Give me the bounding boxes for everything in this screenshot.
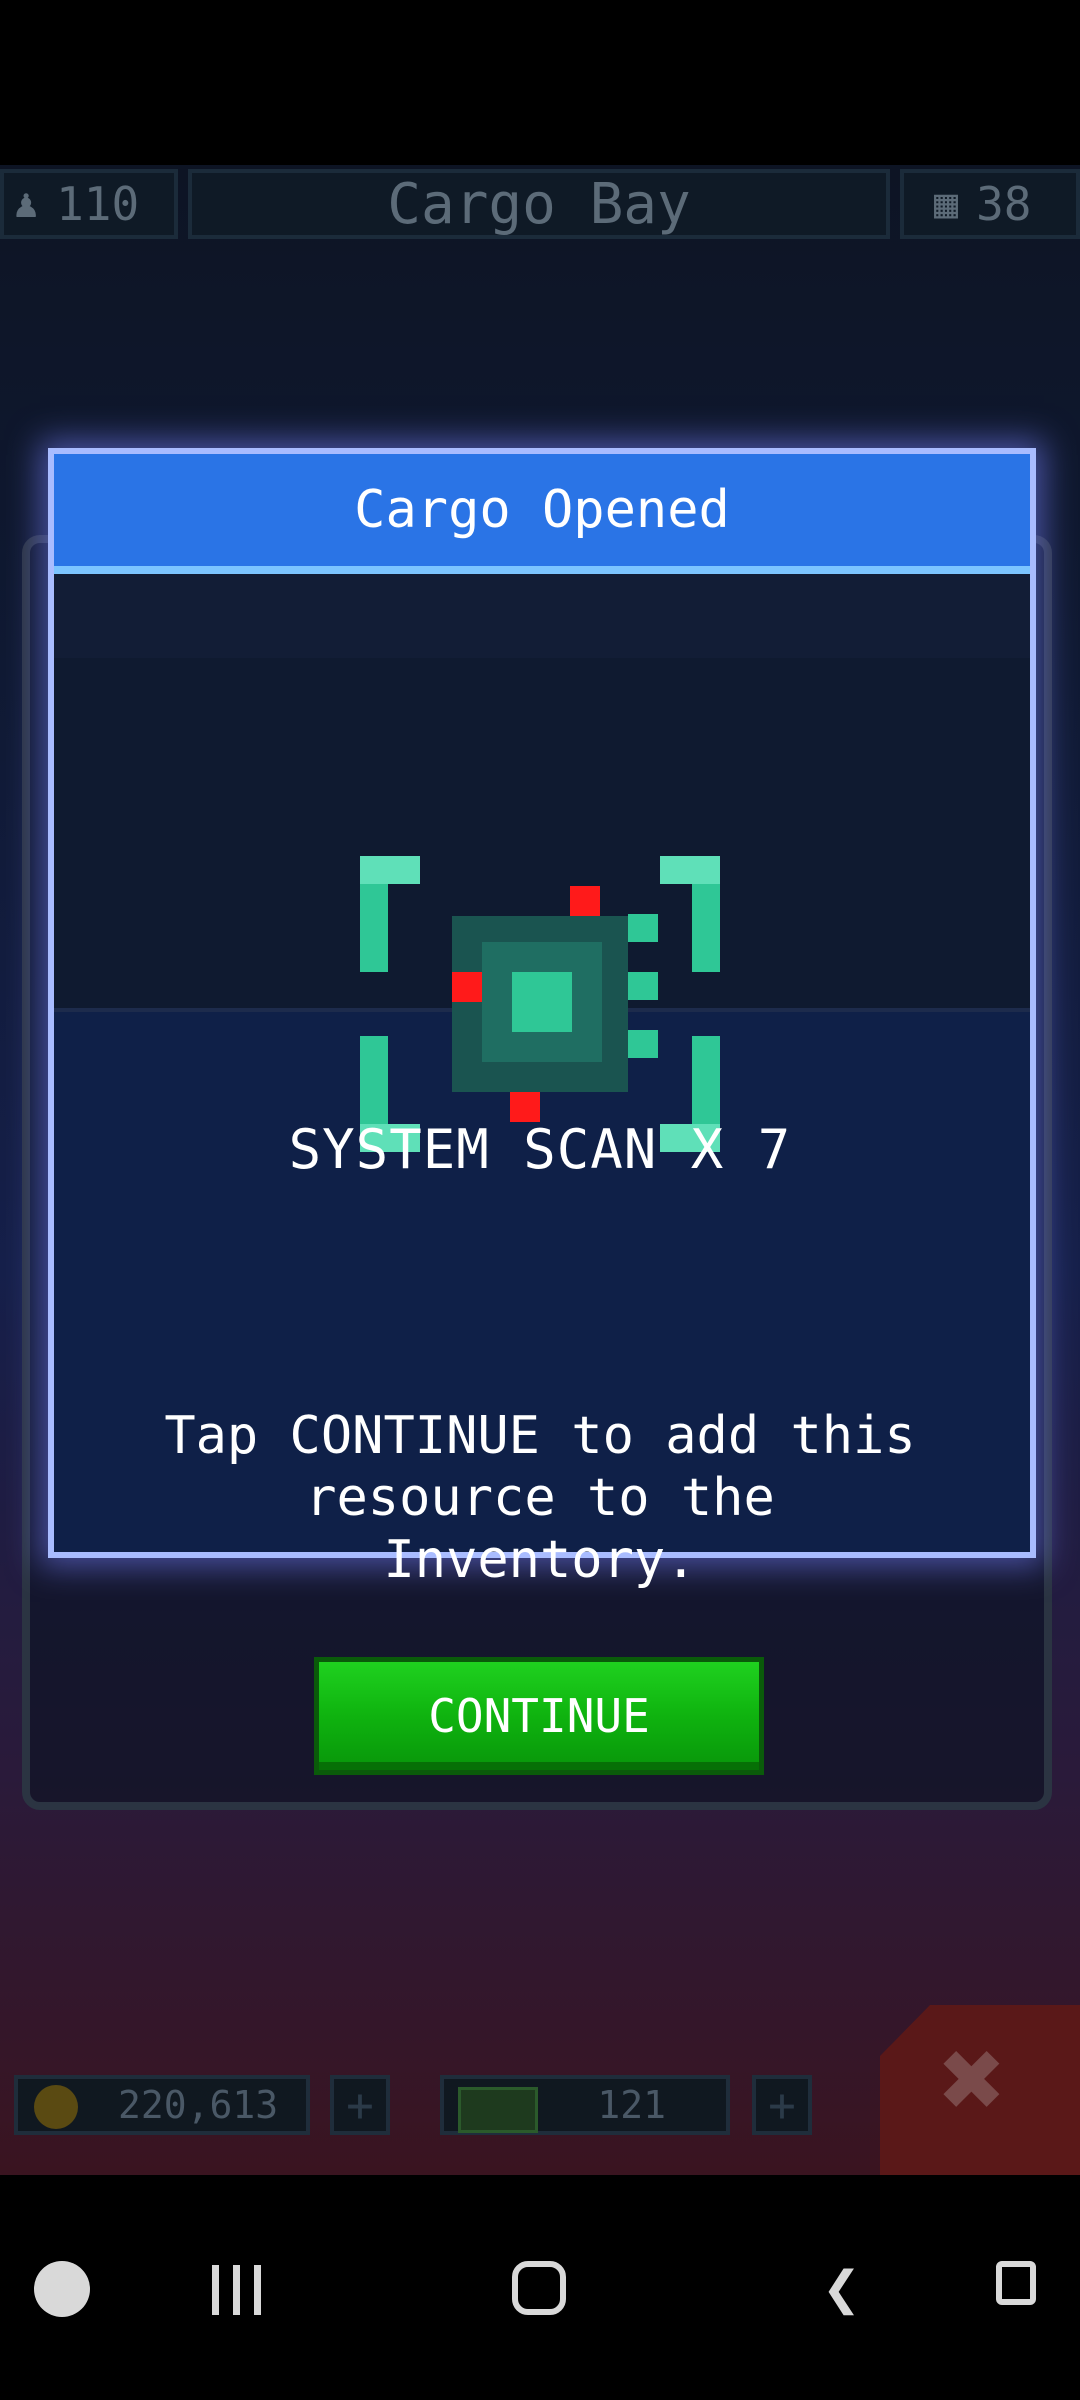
add-coins-button[interactable]: +: [330, 2075, 390, 2135]
home-icon[interactable]: [512, 2261, 566, 2315]
dialog-title: Cargo Opened: [354, 480, 730, 540]
add-energy-button[interactable]: +: [752, 2075, 812, 2135]
top-bar: ♟ 110 Cargo Bay ▦ 38: [0, 165, 1080, 245]
energy-icon: [458, 2087, 538, 2133]
energy-display: 121: [440, 2075, 730, 2135]
item-description: Tap CONTINUE to add this resource to the…: [164, 1406, 916, 1590]
plus-icon: +: [346, 2078, 374, 2132]
continue-button[interactable]: CONTINUE: [314, 1657, 764, 1775]
screen-title-text: Cargo Bay: [387, 171, 691, 237]
back-icon[interactable]: ❮: [822, 2257, 861, 2321]
close-icon: ✖: [940, 2015, 1007, 2143]
item-name: SYSTEM SCAN X 7: [288, 1118, 792, 1181]
cargo-icon: ▦: [934, 181, 959, 227]
recent-apps-icon[interactable]: [212, 2265, 262, 2315]
screen-lock-icon[interactable]: [996, 2261, 1036, 2305]
dialog-strip: [54, 574, 1030, 658]
cargo-count: 38: [976, 177, 1032, 231]
screen-title: Cargo Bay: [188, 169, 890, 239]
person-icon: ♟: [14, 181, 39, 227]
crew-counter: ♟ 110: [0, 169, 178, 239]
cargo-counter: ▦ 38: [900, 169, 1080, 239]
coins-value: 220,613: [118, 2083, 279, 2127]
dialog-header: Cargo Opened: [54, 454, 1030, 574]
coins-display: 220,613: [14, 2075, 310, 2135]
system-nav-bar: ❮: [0, 2175, 1080, 2400]
coin-icon: [34, 2085, 78, 2129]
system-scan-chip-icon: [360, 856, 720, 1152]
game-launcher-icon[interactable]: [34, 2261, 90, 2317]
crew-count: 110: [56, 177, 140, 231]
continue-label: CONTINUE: [428, 1689, 650, 1743]
plus-icon: +: [768, 2078, 796, 2132]
energy-value: 121: [597, 2083, 666, 2127]
